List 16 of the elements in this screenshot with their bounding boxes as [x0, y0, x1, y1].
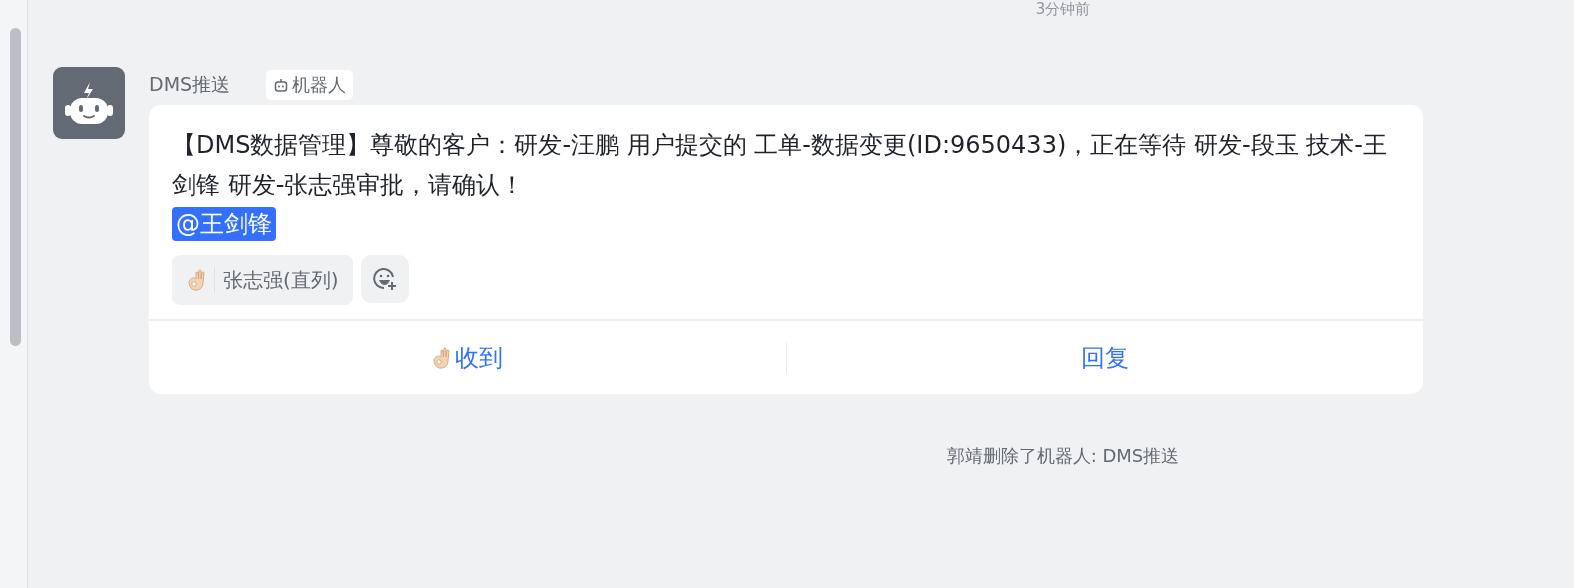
ok-hand-icon [186, 268, 206, 292]
mention-link[interactable]: @王剑锋 [172, 207, 276, 241]
reaction-chip[interactable]: 张志强(直列) [172, 255, 353, 305]
acknowledge-button[interactable]: 收到 [149, 321, 786, 394]
bot-tag: 机器人 [266, 70, 354, 100]
scrollbar[interactable] [10, 28, 21, 346]
robot-avatar-icon [53, 67, 125, 139]
ok-hand-icon [431, 345, 452, 370]
robot-icon [273, 77, 290, 93]
reply-button[interactable]: 回复 [786, 321, 1423, 394]
system-notice: 郭靖删除了机器人: DMS推送 [946, 444, 1180, 468]
message-text: 【DMS数据管理】尊敬的客户：研发-汪鹏 用户提交的 工单-数据变更(ID:9650433)，正在等待 研发-段玉 技术-王剑锋 研发-张志强审批，请确认！ [172, 130, 1388, 201]
sender-name[interactable]: DMS推送 [149, 72, 231, 98]
timestamp: 3分钟前 [1035, 0, 1091, 18]
add-reaction-button[interactable] [360, 255, 409, 303]
add-emoji-icon [370, 265, 399, 293]
